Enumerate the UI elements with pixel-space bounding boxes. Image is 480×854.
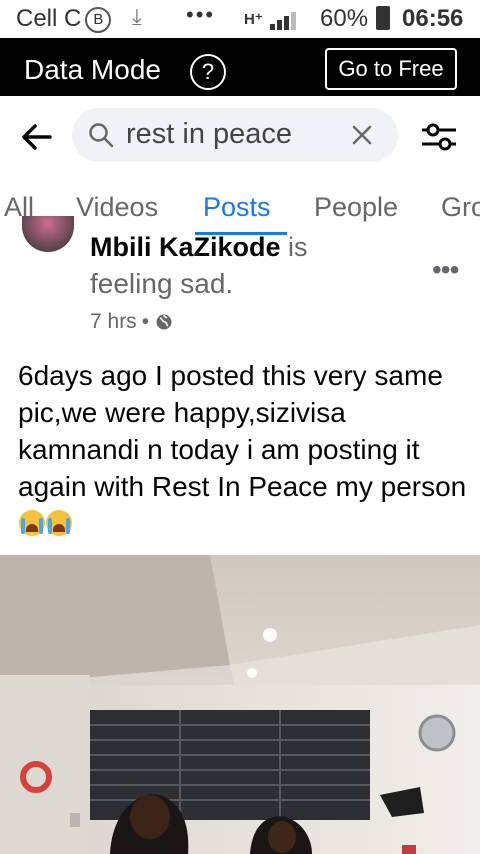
clock: 06:56 <box>402 5 464 32</box>
search-header: rest in peace <box>0 96 480 178</box>
post-photo[interactable] <box>0 555 480 854</box>
data-mode-bar: Data Mode ? Go to Free <box>0 38 480 96</box>
crying-face-icon <box>19 510 45 536</box>
tab-groups[interactable]: Gro <box>441 192 480 223</box>
filter-icon[interactable] <box>420 122 458 152</box>
post-meta: 7 hrs • <box>90 310 173 334</box>
carrier-label: Cell C <box>16 5 82 32</box>
search-field[interactable]: rest in peace <box>72 108 398 162</box>
back-arrow-icon[interactable] <box>20 120 54 154</box>
feeling-prefix: is <box>288 232 308 262</box>
data-mode-title: Data Mode <box>24 54 161 85</box>
tab-posts[interactable]: Posts <box>203 192 271 223</box>
post-text: 6days ago I posted this very same pic,we… <box>18 360 467 502</box>
post-author-line: Mbili KaZikode is <box>90 232 308 263</box>
battery-percent: 60% <box>320 5 369 32</box>
status-bar: Cell CB ⤓ ••• H⁺ 60% 06:56 <box>0 0 480 38</box>
clear-icon[interactable] <box>350 123 374 147</box>
tab-videos[interactable]: Videos <box>76 192 158 223</box>
go-to-free-button[interactable]: Go to Free <box>325 48 457 90</box>
download-icon: ⤓ <box>132 4 142 29</box>
post-feeling: feeling sad. <box>90 268 234 299</box>
search-query[interactable]: rest in peace <box>126 118 292 151</box>
tab-people[interactable]: People <box>314 192 398 223</box>
post-time[interactable]: 7 hrs <box>90 310 137 334</box>
carrier-name: Cell CB <box>16 5 112 33</box>
help-icon[interactable]: ? <box>190 54 226 90</box>
network-type: H⁺ <box>244 11 263 28</box>
search-icon <box>89 123 114 148</box>
signal-icon <box>270 12 296 30</box>
more-options-icon[interactable]: ••• <box>432 254 459 286</box>
post-body: 6days ago I posted this very same pic,we… <box>18 357 470 542</box>
meta-separator: • <box>141 310 150 333</box>
post-photo-image <box>0 555 480 854</box>
battery-icon <box>376 6 390 30</box>
avatar[interactable] <box>22 216 74 252</box>
carrier-badge-icon: B <box>85 7 112 33</box>
crying-face-icon <box>46 510 72 536</box>
notification-overflow-icon: ••• <box>186 2 216 27</box>
globe-icon <box>156 314 172 330</box>
post-author[interactable]: Mbili KaZikode <box>90 232 281 262</box>
